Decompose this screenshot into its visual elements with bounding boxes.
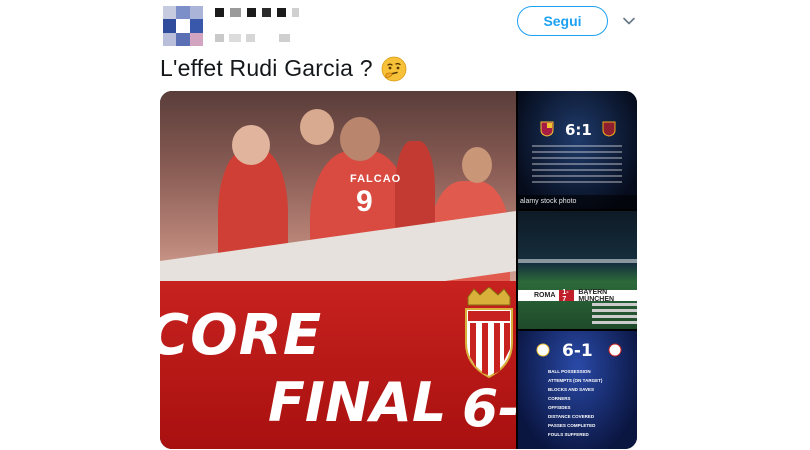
stat-row <box>532 151 622 153</box>
jersey-name: FALCAO <box>350 173 402 185</box>
media-grid: FALCAO 9 CORE FINAL 6- 6:1 alamy stock p… <box>160 91 637 449</box>
roma-crest-icon <box>602 121 616 137</box>
tweet-text: L'effet Rudi Garcia ? <box>160 55 407 82</box>
stadium-lights <box>518 259 637 263</box>
banner-score-word: CORE <box>160 303 323 368</box>
stat-row <box>532 175 622 177</box>
ticker-score: 1-7 <box>559 289 575 303</box>
chevron-down-icon[interactable] <box>622 14 636 28</box>
stat-row <box>532 169 622 171</box>
ticker-home-team: ROMA <box>534 292 556 299</box>
handle-redacted[interactable] <box>215 34 290 42</box>
player-head <box>300 109 334 145</box>
stat-label: BALL POSSESSION <box>548 369 591 374</box>
display-name-redacted[interactable] <box>215 8 299 17</box>
banner-final-word: FINAL <box>268 371 447 434</box>
barcelona-crest-icon <box>540 121 554 137</box>
scoreboard-background <box>518 91 637 209</box>
stat-row <box>532 157 622 159</box>
thinking-face-icon <box>381 56 407 82</box>
media-image-side-2[interactable]: ROMA 1-7 BAYERN MÜNCHEN <box>518 211 637 329</box>
stat-label: DISTANCE COVERED <box>548 414 595 419</box>
score-ticker: ROMA 1-7 BAYERN MÜNCHEN <box>518 288 637 303</box>
ticker-away-team: BAYERN MÜNCHEN <box>578 288 615 303</box>
ticker-line <box>592 321 637 324</box>
follow-button[interactable]: Segui <box>517 6 608 36</box>
stat-row <box>532 145 622 147</box>
stat-label: OFFSIDES <box>548 405 571 410</box>
jersey-number: 9 <box>356 185 373 218</box>
player-head <box>340 117 380 161</box>
tweet-card: Segui L'effet Rudi Garcia ? FALCAO 9 COR… <box>0 0 810 450</box>
media-image-side-1[interactable]: 6:1 alamy stock photo <box>518 91 637 209</box>
stat-label: BLOCKS AND SAVES <box>548 387 595 392</box>
banner-final-score: 6- <box>462 379 516 439</box>
tweet-text-content: L'effet Rudi Garcia ? <box>160 55 373 81</box>
away-crest-icon <box>608 343 622 357</box>
scoreboard-score: 6:1 <box>565 121 592 139</box>
home-crest-icon <box>536 343 550 357</box>
stat-label: FOULS SUFFERED <box>548 432 589 437</box>
scoreboard-score: 6-1 <box>562 341 593 361</box>
media-image-side-3[interactable]: 6-1 BALL POSSESSION ATTEMPTS (ON TARGET)… <box>518 331 637 449</box>
monaco-crest-icon <box>465 287 513 379</box>
player-head <box>462 147 492 183</box>
stat-label: PASSES COMPLETED <box>548 423 596 428</box>
stock-watermark: alamy stock photo <box>520 198 577 205</box>
ticker-line <box>592 309 637 312</box>
ticker-line <box>592 315 637 318</box>
stat-label: ATTEMPTS (ON TARGET) <box>548 378 603 383</box>
player-head <box>232 125 270 165</box>
avatar[interactable] <box>163 6 203 46</box>
ticker-line <box>592 303 637 306</box>
media-image-main[interactable]: FALCAO 9 CORE FINAL 6- <box>160 91 516 449</box>
stat-row <box>532 163 622 165</box>
stat-row <box>532 181 622 183</box>
stat-label: CORNERS <box>548 396 571 401</box>
